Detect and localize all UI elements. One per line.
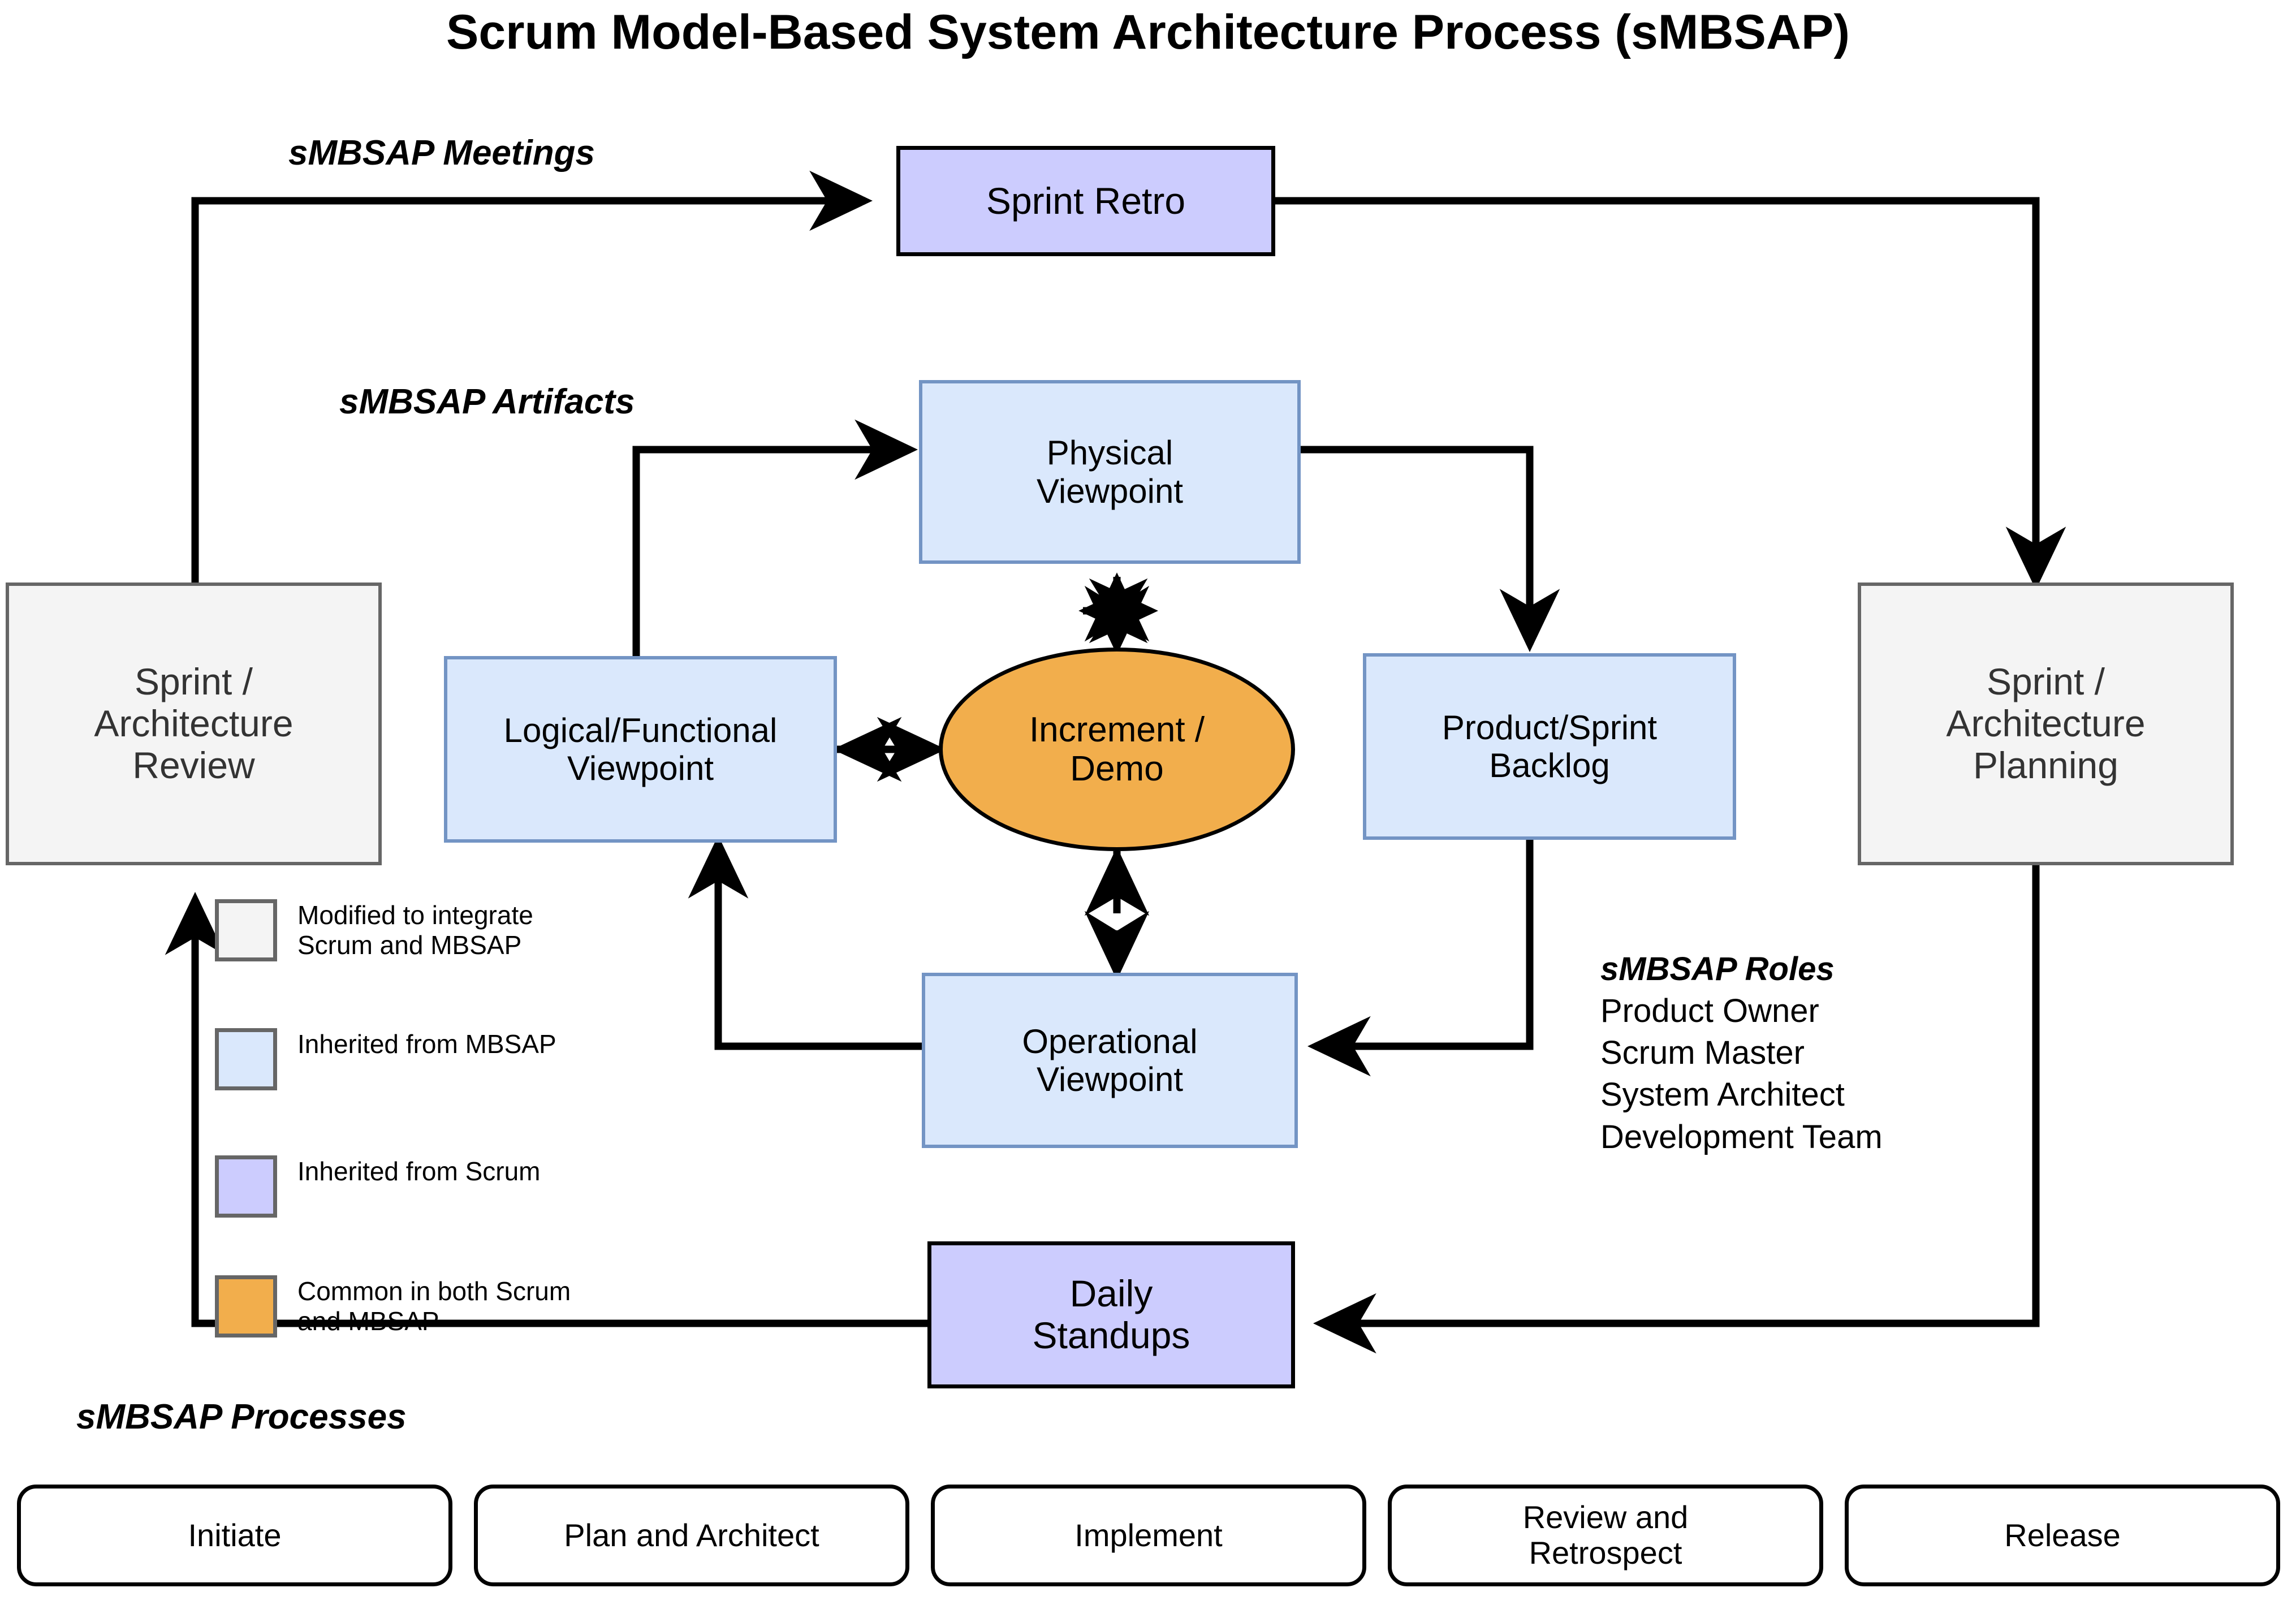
roles-heading: sMBSAP Roles bbox=[1600, 951, 1835, 987]
wire-logical-to-physical bbox=[632, 419, 918, 656]
node-product-sprint-backlog[interactable]: Product/Sprint Backlog bbox=[1363, 653, 1736, 840]
wire-backlog-to-operational bbox=[1307, 840, 1534, 1077]
legend-label-common: Common in both Scrum and MBSAP bbox=[297, 1276, 571, 1336]
legend-label-scrum: Inherited from Scrum bbox=[297, 1157, 541, 1186]
role-product-owner: Product Owner bbox=[1600, 993, 1819, 1029]
diagram-canvas: Scrum Model-Based System Architecture Pr… bbox=[0, 0, 2296, 1605]
process-release[interactable]: Release bbox=[1845, 1485, 2280, 1586]
legend-swatch-modified bbox=[215, 899, 277, 961]
wire-standups-to-review bbox=[165, 891, 927, 1327]
node-physical-viewpoint[interactable]: Physical Viewpoint bbox=[919, 380, 1301, 564]
node-logical-functional-viewpoint-label: Logical/Functional Viewpoint bbox=[503, 711, 778, 787]
node-increment-demo-label: Increment / Demo bbox=[1029, 710, 1205, 788]
legend-swatch-mbsap bbox=[215, 1028, 277, 1090]
legend-item: Inherited from Scrum bbox=[215, 1155, 540, 1218]
legend-item: Modified to integrate Scrum and MBSAP bbox=[215, 899, 533, 961]
node-sprint-architecture-planning[interactable]: Sprint / Architecture Planning bbox=[1858, 583, 2234, 865]
process-implement[interactable]: Implement bbox=[931, 1485, 1366, 1586]
process-review-and-retrospect[interactable]: Review and Retrospect bbox=[1388, 1485, 1823, 1586]
node-logical-functional-viewpoint[interactable]: Logical/Functional Viewpoint bbox=[444, 656, 837, 843]
node-sprint-architecture-review[interactable]: Sprint / Architecture Review bbox=[6, 583, 382, 865]
legend-swatch-common bbox=[215, 1275, 277, 1338]
process-initiate-label: Initiate bbox=[188, 1517, 282, 1553]
process-plan-and-architect[interactable]: Plan and Architect bbox=[474, 1485, 909, 1586]
section-label-processes: sMBSAP Processes bbox=[76, 1397, 407, 1436]
node-sprint-retro[interactable]: Sprint Retro bbox=[896, 146, 1275, 256]
process-plan-and-architect-label: Plan and Architect bbox=[564, 1517, 819, 1553]
node-daily-standups-label: Daily Standups bbox=[1032, 1272, 1190, 1356]
node-daily-standups[interactable]: Daily Standups bbox=[927, 1241, 1295, 1388]
node-operational-viewpoint-label: Operational Viewpoint bbox=[1022, 1022, 1198, 1098]
role-development-team: Development Team bbox=[1600, 1118, 1883, 1155]
node-increment-demo[interactable]: Increment / Demo bbox=[939, 648, 1295, 851]
wire-physical-to-backlog bbox=[1301, 446, 1560, 653]
section-label-meetings: sMBSAP Meetings bbox=[288, 133, 595, 172]
node-physical-viewpoint-label: Physical Viewpoint bbox=[1036, 434, 1184, 510]
role-scrum-master: Scrum Master bbox=[1600, 1034, 1805, 1072]
page-title: Scrum Model-Based System Architecture Pr… bbox=[446, 5, 1850, 59]
legend-label-modified: Modified to integrate Scrum and MBSAP bbox=[297, 900, 533, 960]
legend-item: Common in both Scrum and MBSAP bbox=[215, 1275, 571, 1338]
node-sprint-architecture-review-label: Sprint / Architecture Review bbox=[94, 661, 294, 786]
process-review-and-retrospect-label: Review and Retrospect bbox=[1522, 1499, 1689, 1571]
legend-swatch-scrum bbox=[215, 1155, 277, 1218]
section-label-artifacts: sMBSAP Artifacts bbox=[339, 382, 635, 421]
node-operational-viewpoint[interactable]: Operational Viewpoint bbox=[922, 973, 1298, 1148]
process-release-label: Release bbox=[2004, 1517, 2121, 1553]
process-implement-label: Implement bbox=[1074, 1517, 1223, 1553]
wire-operational-to-logical bbox=[688, 835, 922, 1050]
legend-label-mbsap: Inherited from MBSAP bbox=[297, 1029, 556, 1059]
node-sprint-retro-label: Sprint Retro bbox=[986, 179, 1186, 222]
roles-block: sMBSAP Roles Product Owner Scrum Master … bbox=[1600, 950, 1883, 1158]
role-system-architect: System Architect bbox=[1600, 1076, 1845, 1114]
node-sprint-architecture-planning-label: Sprint / Architecture Planning bbox=[1946, 661, 2146, 786]
process-initiate[interactable]: Initiate bbox=[17, 1485, 452, 1586]
wire-retro-to-planning bbox=[1275, 197, 2066, 590]
legend-item: Inherited from MBSAP bbox=[215, 1028, 556, 1090]
node-product-sprint-backlog-label: Product/Sprint Backlog bbox=[1442, 708, 1658, 784]
